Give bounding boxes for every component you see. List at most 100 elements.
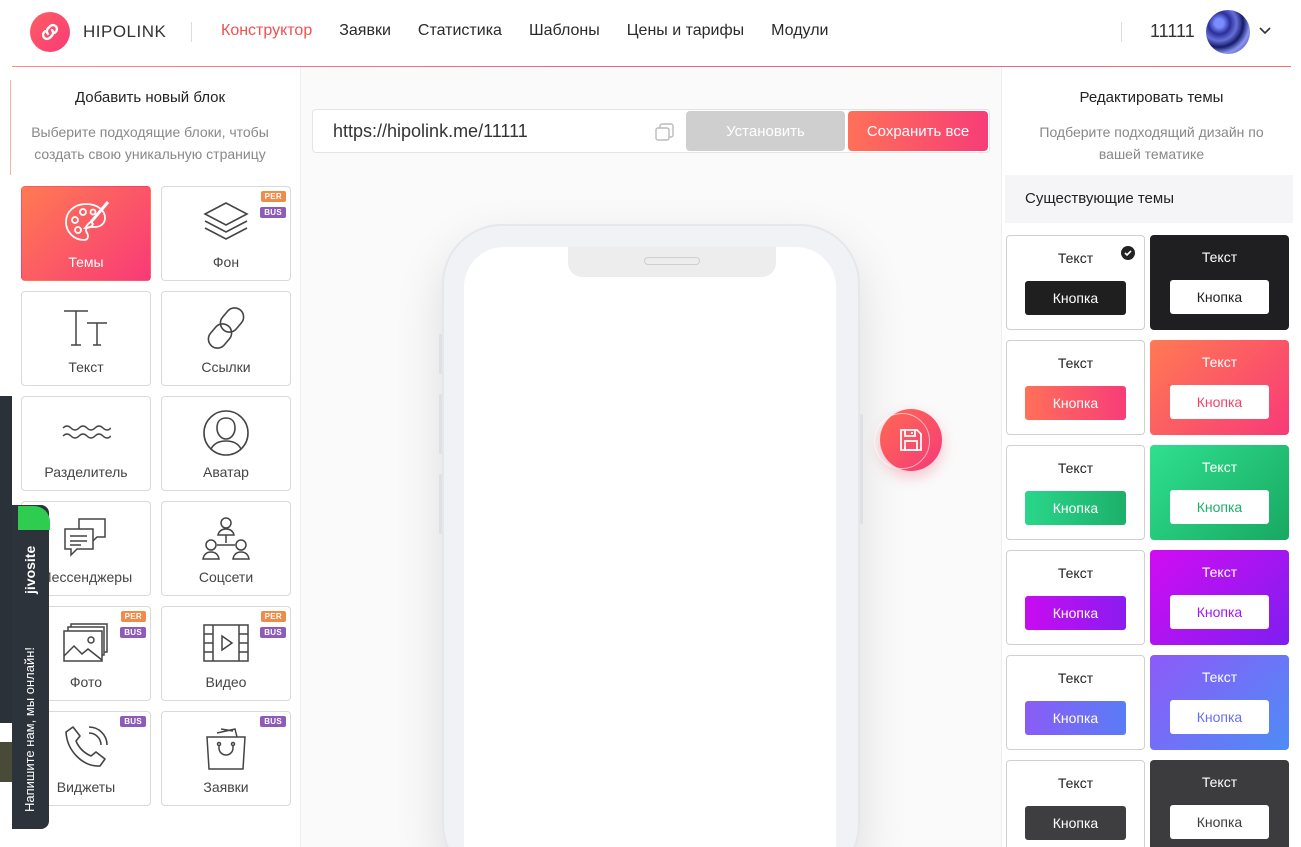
copy-icon[interactable] <box>654 122 676 142</box>
themes-title: Редактировать темы <box>1079 89 1224 106</box>
theme-sample-button: Кнопка <box>1025 491 1126 525</box>
themes-panel: Редактировать темы Подберите подходящий … <box>1001 67 1301 847</box>
jivo-online-indicator <box>18 506 50 530</box>
add-block-title: Добавить новый блок <box>74 89 226 106</box>
theme-card[interactable]: Текст Кнопка <box>1006 550 1145 645</box>
block-links[interactable]: Ссылки <box>161 291 291 386</box>
phone-side-button <box>439 474 442 534</box>
existing-themes-label: Существующие темы <box>1025 190 1174 207</box>
account-name[interactable]: 11111 <box>1150 21 1195 42</box>
avatar[interactable] <box>1206 10 1250 54</box>
block-social[interactable]: Соцсети <box>161 501 291 596</box>
theme-sample-button: Кнопка <box>1170 490 1269 524</box>
hipolink-logo-icon[interactable] <box>30 12 70 52</box>
theme-sample-button: Кнопка <box>1025 806 1126 840</box>
jivo-chat-text[interactable]: Напишите нам, мы онлайн! <box>22 647 37 812</box>
nav-item-constructor[interactable]: Конструктор <box>221 22 312 40</box>
block-divider[interactable]: Разделитель <box>21 396 151 491</box>
block-label: Аватар <box>203 464 249 480</box>
block-background[interactable]: PER BUS Фон <box>161 186 291 281</box>
tag-bus: BUS <box>120 716 146 727</box>
selected-check-icon <box>1121 246 1135 260</box>
logo-text[interactable]: HIPOLINK <box>83 22 166 42</box>
theme-card[interactable]: Текст Кнопка <box>1150 760 1289 847</box>
account-divider <box>1121 22 1122 42</box>
phone-notch <box>568 247 776 277</box>
nav-divider <box>191 22 192 42</box>
theme-sample-button: Кнопка <box>1025 386 1126 420</box>
block-themes[interactable]: Темы <box>21 186 151 281</box>
nav-item-statistics[interactable]: Статистика <box>418 22 502 40</box>
save-all-button[interactable]: Сохранить все <box>848 111 988 151</box>
theme-sample-text: Текст <box>1201 459 1238 475</box>
theme-card[interactable]: Текст Кнопка <box>1150 340 1289 435</box>
url-bar: https://hipolink.me/11111 Установить Сох… <box>312 109 990 153</box>
theme-sample-text: Текст <box>1057 355 1094 371</box>
theme-sample-text: Текст <box>1057 565 1094 581</box>
phone-side-button <box>439 334 442 374</box>
chevron-down-icon[interactable] <box>1258 26 1272 36</box>
block-label: Разделитель <box>44 464 128 480</box>
install-button[interactable]: Установить <box>686 111 845 151</box>
block-label: Текст <box>68 359 104 375</box>
nav-item-modules[interactable]: Модули <box>771 22 828 40</box>
jivo-background-strip-2 <box>0 742 12 782</box>
theme-sample-button: Кнопка <box>1170 385 1269 419</box>
theme-sample-button: Кнопка <box>1025 281 1126 315</box>
theme-card[interactable]: Текст Кнопка <box>1150 550 1289 645</box>
phone-side-button <box>439 394 442 454</box>
jivo-brand[interactable]: jivosite <box>22 546 38 594</box>
theme-sample-text: Текст <box>1201 774 1238 790</box>
phone-screen[interactable] <box>464 247 836 847</box>
nav-item-pricing[interactable]: Цены и тарифы <box>627 22 744 40</box>
theme-card[interactable]: Текст Кнопка <box>1006 235 1145 330</box>
fab-ring <box>874 413 930 469</box>
theme-card[interactable]: Текст Кнопка <box>1006 760 1145 847</box>
blocks-grid: Темы PER BUS Фон Текст Ссылки Разделител… <box>21 186 291 806</box>
theme-sample-text: Текст <box>1201 564 1238 580</box>
theme-sample-button: Кнопка <box>1025 701 1126 735</box>
theme-sample-text: Текст <box>1201 669 1238 685</box>
theme-sample-button: Кнопка <box>1170 280 1269 314</box>
theme-sample-button: Кнопка <box>1170 595 1269 629</box>
theme-card[interactable]: Текст Кнопка <box>1006 340 1145 435</box>
tag-bus: BUS <box>260 716 286 727</box>
page-url[interactable]: https://hipolink.me/11111 <box>333 121 528 142</box>
editor-canvas: https://hipolink.me/11111 Установить Сох… <box>301 67 1001 847</box>
block-label: Видео <box>205 674 247 690</box>
phone-speaker <box>644 257 700 265</box>
theme-card[interactable]: Текст Кнопка <box>1006 445 1145 540</box>
chat-bubbles-icon <box>61 512 111 564</box>
tag-bus: BUS <box>260 207 286 218</box>
theme-card[interactable]: Текст Кнопка <box>1150 655 1289 750</box>
nav-item-requests[interactable]: Заявки <box>339 22 391 40</box>
photo-stack-icon <box>61 617 111 669</box>
add-block-subtitle: Выберите подходящие блоки, чтобы создать… <box>31 124 269 162</box>
block-video[interactable]: PER BUS Видео <box>161 606 291 701</box>
shopping-bag-icon <box>201 722 251 774</box>
theme-sample-text: Текст <box>1057 460 1094 476</box>
theme-sample-text: Текст <box>1057 775 1094 791</box>
block-label: Соцсети <box>198 569 254 585</box>
block-requests[interactable]: BUS Заявки <box>161 711 291 806</box>
themes-grid: Текст Кнопка Текст Кнопка Текст Кнопка Текст Кн… <box>1006 235 1289 847</box>
theme-sample-text: Текст <box>1201 249 1238 265</box>
block-label: Ссылки <box>201 359 251 375</box>
user-avatar-icon <box>201 407 251 459</box>
theme-card[interactable]: Текст Кнопка <box>1006 655 1145 750</box>
nav-item-templates[interactable]: Шаблоны <box>529 22 600 40</box>
theme-sample-text: Текст <box>1057 670 1094 686</box>
block-text[interactable]: Текст <box>21 291 151 386</box>
block-label: Темы <box>68 254 104 270</box>
theme-card[interactable]: Текст Кнопка <box>1150 235 1289 330</box>
block-avatar[interactable]: Аватар <box>161 396 291 491</box>
save-fab-button[interactable] <box>874 409 942 471</box>
theme-card[interactable]: Текст Кнопка <box>1150 445 1289 540</box>
block-label: Фон <box>212 254 240 270</box>
top-header: HIPOLINK Конструктор Заявки Статистика Ш… <box>0 0 1301 66</box>
tag-per: PER <box>260 191 286 202</box>
tag-per: PER <box>260 611 286 622</box>
theme-sample-button: Кнопка <box>1170 700 1269 734</box>
left-accent-line <box>10 80 11 175</box>
main-nav: Конструктор Заявки Статистика Шаблоны Це… <box>221 22 828 40</box>
